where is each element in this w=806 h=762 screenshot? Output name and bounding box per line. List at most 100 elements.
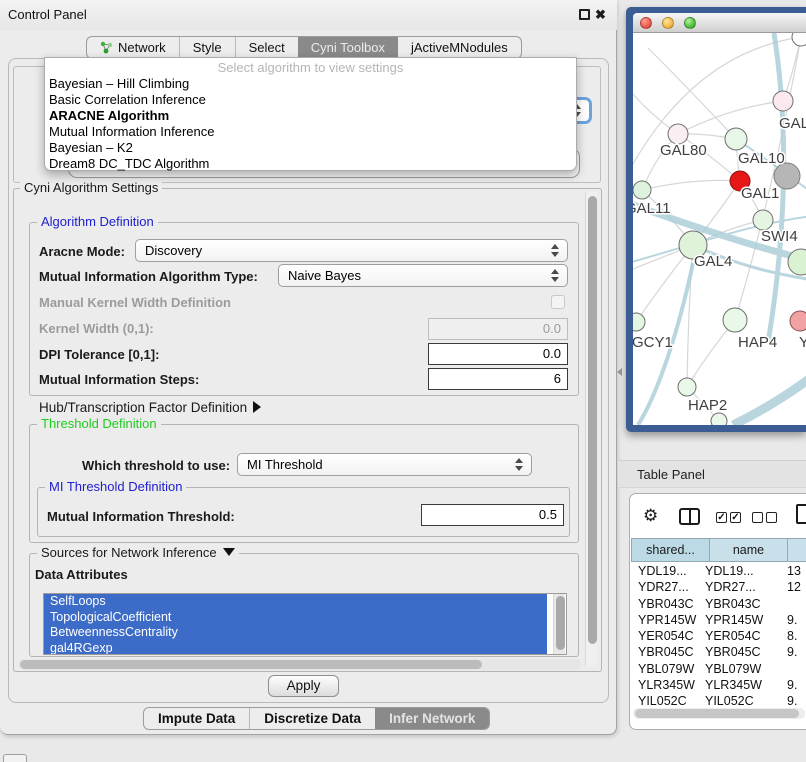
table-row[interactable]: YBR045CYBR045C9. — [631, 644, 806, 660]
kernel-width-input[interactable]: 0.0 — [428, 318, 568, 340]
popup-item-bayesian-hill-climbing[interactable]: Bayesian – Hill Climbing — [45, 76, 576, 92]
mi-steps-input[interactable]: 6 — [428, 368, 568, 390]
which-threshold-label: Which threshold to use: — [82, 458, 230, 473]
tab-discretize-data[interactable]: Discretize Data — [249, 708, 375, 729]
node-label-gal80: GAL80 — [660, 142, 707, 159]
zoom-traffic-light[interactable] — [684, 17, 696, 29]
table-row[interactable]: YLR345WYLR345W9. — [631, 677, 806, 693]
aracne-mode-combo[interactable]: Discovery — [135, 239, 568, 262]
tab-infer-network[interactable]: Infer Network — [375, 708, 489, 729]
float-window-icon[interactable] — [579, 9, 590, 20]
node-gal11[interactable] — [633, 181, 651, 199]
mi-steps-label: Mutual Information Steps: — [39, 372, 199, 387]
minimize-traffic-light[interactable] — [662, 17, 674, 29]
control-panel-window: Control Panel ✖ Network Style Select Cyn… — [0, 0, 617, 735]
node-gcy1[interactable] — [633, 313, 645, 331]
table-row[interactable]: YBR043CYBR043C — [631, 596, 806, 612]
table-horizontal-scrollbar[interactable] — [633, 708, 805, 719]
popup-item-aracne[interactable]: ARACNE Algorithm — [45, 108, 576, 124]
tab-jactivemnodules[interactable]: jActiveMNodules — [398, 37, 521, 58]
table-hscroll-thumb[interactable] — [635, 709, 799, 718]
tab-impute-data[interactable]: Impute Data — [144, 708, 249, 729]
table-panel-title: Table Panel — [637, 461, 705, 489]
tab-select[interactable]: Select — [235, 37, 298, 58]
panel-divider-arrow[interactable] — [617, 368, 622, 376]
mi-type-label: Mutual Information Algorithm Type: — [39, 269, 258, 284]
settings-hscroll-thumb[interactable] — [20, 660, 482, 669]
column-header-partial[interactable] — [788, 538, 806, 562]
unchecked-checkbox-icon-1[interactable] — [752, 512, 763, 523]
network-canvas: GAL GAL80 GAL10 GAL1 GAL11 SWI4 GAL4 GCY… — [633, 33, 806, 425]
node-partial-top[interactable] — [792, 33, 806, 46]
list-item-selfloops[interactable]: SelfLoops — [44, 594, 547, 610]
control-panel-tabbar: Network Style Select Cyni Toolbox jActiv… — [86, 36, 522, 59]
node-hap4[interactable] — [723, 308, 747, 332]
node-gal80[interactable] — [668, 124, 688, 144]
sources-title-toggle[interactable]: Sources for Network Inference — [37, 546, 239, 560]
dpi-tolerance-label: DPI Tolerance [0,1]: — [39, 347, 159, 362]
node-label-swi4: SWI4 — [761, 228, 798, 245]
attr-list-vscroll-thumb[interactable] — [556, 596, 565, 650]
attr-list-vscrollbar[interactable] — [553, 594, 565, 654]
network-view[interactable]: GAL GAL80 GAL10 GAL1 GAL11 SWI4 GAL4 GCY… — [633, 33, 806, 425]
table-row[interactable]: YDL19...YDL19...13 — [631, 563, 806, 579]
unchecked-checkbox-icon-2[interactable] — [766, 512, 777, 523]
column-header-name[interactable]: name — [710, 538, 788, 562]
node-label-y: Y — [799, 334, 806, 351]
document-icon[interactable] — [796, 504, 806, 524]
aracne-mode-label: Aracne Mode: — [39, 244, 125, 259]
settings-vertical-scrollbar[interactable] — [585, 192, 597, 666]
popup-item-mutual-information[interactable]: Mutual Information Inference — [45, 124, 576, 140]
node-label-gal10: GAL10 — [738, 150, 785, 167]
data-attributes-label: Data Attributes — [35, 567, 128, 582]
checked-checkbox-icon-1[interactable]: ✓ — [716, 512, 727, 523]
tab-network[interactable]: Network — [87, 37, 179, 58]
node-pink-top[interactable] — [773, 91, 793, 111]
cyni-settings-title: Cyni Algorithm Settings — [20, 181, 162, 195]
node-label-gcy1: GCY1 — [633, 334, 673, 351]
list-item-gal4rgexp[interactable]: gal4RGexp — [44, 641, 547, 656]
checked-checkbox-icon-2[interactable]: ✓ — [730, 512, 741, 523]
table-row[interactable]: YPR145WYPR145W9. — [631, 612, 806, 628]
table-body: YDL19...YDL19...13 YDR27...YDR27...12 YB… — [631, 563, 806, 705]
tab-style[interactable]: Style — [179, 37, 235, 58]
table-row[interactable]: YIL052CYIL052C9. — [631, 693, 806, 705]
node-label-hap2: HAP2 — [688, 397, 727, 414]
popup-item-dream8[interactable]: Dream8 DC_TDC Algorithm — [45, 156, 576, 172]
mi-threshold-label: Mutual Information Threshold: — [47, 509, 235, 524]
table-row[interactable]: YER054CYER054C8. — [631, 628, 806, 644]
settings-vscroll-thumb[interactable] — [588, 196, 597, 644]
collapsed-arrow-icon — [253, 401, 261, 413]
gear-icon[interactable]: ⚙ — [643, 505, 658, 527]
settings-horizontal-scrollbar[interactable] — [18, 659, 581, 670]
popup-placeholder: Select algorithm to view settings — [45, 60, 576, 76]
node-label-gal1: GAL1 — [741, 185, 779, 202]
manual-kernel-label: Manual Kernel Width Definition — [39, 295, 231, 310]
apply-button[interactable]: Apply — [268, 675, 339, 697]
mi-threshold-input[interactable]: 0.5 — [421, 504, 564, 526]
columns-icon[interactable] — [679, 508, 700, 525]
tab-cyni-toolbox[interactable]: Cyni Toolbox — [298, 37, 398, 58]
list-item-topologicalcoefficient[interactable]: TopologicalCoefficient — [44, 610, 547, 626]
table-row[interactable]: YBL079WYBL079W — [631, 661, 806, 677]
column-header-shared[interactable]: shared... — [631, 538, 710, 562]
list-item-betweennesscentrality[interactable]: BetweennessCentrality — [44, 625, 547, 641]
node-label-hap4: HAP4 — [738, 334, 777, 351]
node-hap2[interactable] — [678, 378, 696, 396]
close-traffic-light[interactable] — [640, 17, 652, 29]
close-icon[interactable]: ✖ — [595, 6, 606, 24]
node-salmon[interactable] — [790, 311, 806, 331]
hub-definition-toggle[interactable]: Hub/Transcription Factor Definition — [39, 400, 261, 415]
table-row[interactable]: YDR27...YDR27...12 — [631, 579, 806, 595]
which-threshold-combo[interactable]: MI Threshold — [237, 453, 532, 476]
partial-button[interactable] — [3, 754, 27, 762]
node-bottom-small[interactable] — [711, 413, 727, 425]
network-window-titlebar[interactable] — [633, 13, 806, 33]
popup-item-basic-correlation[interactable]: Basic Correlation Inference — [45, 92, 576, 108]
node-swi4[interactable] — [753, 210, 773, 230]
manual-kernel-checkbox[interactable] — [551, 295, 565, 309]
popup-item-bayesian-k2[interactable]: Bayesian – K2 — [45, 140, 576, 156]
node-gal10[interactable] — [725, 128, 747, 150]
dpi-tolerance-input[interactable]: 0.0 — [428, 343, 568, 365]
mi-type-combo[interactable]: Naive Bayes — [278, 264, 568, 287]
